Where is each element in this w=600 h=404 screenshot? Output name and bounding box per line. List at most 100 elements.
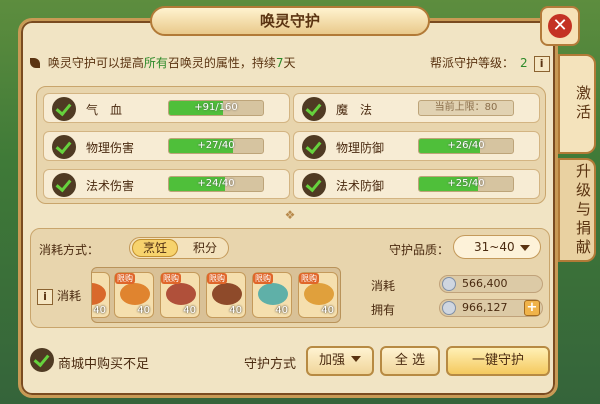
checkbox-phys-def[interactable]: [302, 135, 326, 159]
sect-level-value: 2: [520, 56, 528, 70]
quality-value: 31~40: [474, 240, 515, 254]
consume-label: 消耗: [57, 289, 82, 303]
stat-bar-text: +24/40: [197, 178, 235, 189]
food-count: 40: [275, 305, 288, 316]
stat-bar: +27/40: [168, 138, 264, 154]
food-count: 40: [183, 305, 196, 316]
stat-phys-atk: 物理伤害 +27/40: [43, 131, 290, 161]
food-dish-icon: [304, 283, 334, 305]
checkbox-buy-from-mall[interactable]: [30, 348, 54, 372]
method-option-points[interactable]: 积分: [182, 239, 228, 257]
buy-from-mall-label: 商城中购买不足: [58, 357, 150, 372]
food-item[interactable]: 限购 40: [252, 272, 292, 318]
stat-bar-text: +25/40: [447, 178, 485, 189]
food-count: 40: [229, 305, 242, 316]
guard-mode-label: 守护方式: [244, 357, 297, 372]
stats-grid: 气 血 +91/160 魔 法 当前上限：80 物理伤害 +27/40 物理防御…: [36, 86, 546, 204]
description-highlight: 所有: [143, 56, 168, 70]
chevron-down-icon: [520, 245, 530, 251]
stat-phys-def: 物理防御 +26/40: [293, 131, 540, 161]
stat-bar: 当前上限：80: [418, 100, 514, 116]
food-item[interactable]: 40: [92, 272, 110, 318]
description: 唤灵守护可以提高所有召唤灵的属性，持续7天: [30, 54, 296, 71]
food-item[interactable]: 限购 40: [206, 272, 246, 318]
consume-section: 消耗方式： 烹饪 积分 守护品质： 31~40 i 消耗 40 限购 40 限购 40…: [30, 228, 550, 328]
close-icon: ✕: [548, 14, 572, 38]
stat-bar-text: 当前上限：80: [434, 102, 498, 113]
leaf-icon: [30, 58, 40, 68]
stat-name: 法术防御: [336, 179, 385, 193]
description-middle: 召唤灵的属性，持续: [167, 56, 276, 70]
info-icon[interactable]: i: [37, 289, 53, 305]
food-dish-icon: [212, 283, 242, 305]
food-count: 40: [137, 305, 150, 316]
description-days: 7: [275, 56, 284, 70]
stat-bar-text: +91/160: [194, 102, 238, 113]
silver-coin-icon: [442, 301, 456, 315]
sect-level-label: 帮派守护等级：: [430, 56, 515, 70]
stat-name: 物理伤害: [86, 141, 135, 155]
section-divider-ornament: ❖: [284, 208, 296, 222]
guard-mode-value: 加强: [318, 353, 345, 368]
consume-method-label: 消耗方式：: [39, 243, 100, 257]
checkbox-magic-def[interactable]: [302, 173, 326, 197]
own-value: 966,127: [462, 301, 508, 314]
food-dish-icon: [120, 283, 150, 305]
stat-name: 法术伤害: [86, 179, 135, 193]
food-count: 40: [93, 305, 106, 316]
guard-mode-dropdown[interactable]: 加强: [306, 346, 374, 376]
food-item[interactable]: 限购 40: [114, 272, 154, 318]
stat-bar: +24/40: [168, 176, 264, 192]
cost-value: 566,400: [462, 277, 508, 290]
checkbox-mp[interactable]: [302, 97, 326, 121]
food-tag: 限购: [253, 273, 273, 284]
food-count: 40: [321, 305, 334, 316]
cost-value-box: 566,400: [439, 275, 543, 293]
stat-magic-def: 法术防御 +25/40: [293, 169, 540, 199]
info-icon[interactable]: i: [533, 56, 550, 72]
tab-upgrade-donate[interactable]: 升级与捐献: [558, 158, 596, 262]
select-all-button[interactable]: 全 选: [380, 346, 440, 376]
own-label: 拥有: [371, 303, 396, 317]
stat-bar: +91/160: [168, 100, 264, 116]
food-tag: 限购: [207, 273, 227, 284]
description-prefix: 唤灵守护可以提高: [47, 56, 144, 70]
stat-name: 魔 法: [336, 103, 373, 117]
food-item[interactable]: 限购 40: [160, 272, 200, 318]
stat-bar-text: +27/40: [197, 140, 235, 151]
consume-items-label: i 消耗: [37, 287, 81, 305]
tab-activate[interactable]: 激活: [558, 54, 596, 154]
quality-label: 守护品质：: [389, 243, 450, 257]
stat-bar-text: +26/40: [447, 140, 485, 151]
close-button[interactable]: ✕: [540, 6, 580, 46]
consume-method-toggle: 烹饪 积分: [129, 237, 229, 259]
sect-guard-level: 帮派守护等级： 2 i: [430, 54, 550, 72]
cost-label: 消耗: [371, 279, 396, 293]
food-dish-icon: [166, 283, 196, 305]
stat-bar: +26/40: [418, 138, 514, 154]
stat-name: 物理防御: [336, 141, 385, 155]
silver-coin-icon: [442, 277, 456, 291]
stat-magic-atk: 法术伤害 +24/40: [43, 169, 290, 199]
checkbox-hp[interactable]: [52, 97, 76, 121]
one-click-guard-button[interactable]: 一键守护: [446, 346, 550, 376]
window-title: 唤灵守护: [150, 6, 430, 36]
food-items-list: 40 限购 40 限购 40 限购 40 限购 40 限购 40: [91, 267, 341, 323]
method-option-cook[interactable]: 烹饪: [132, 239, 178, 257]
food-tag: 限购: [115, 273, 135, 284]
food-tag: 限购: [161, 273, 181, 284]
checkbox-phys-atk[interactable]: [52, 135, 76, 159]
food-dish-icon: [92, 283, 106, 305]
add-currency-button[interactable]: +: [524, 300, 540, 316]
quality-dropdown[interactable]: 31~40: [453, 235, 541, 259]
food-dish-icon: [258, 283, 288, 305]
stat-mp: 魔 法 当前上限：80: [293, 93, 540, 123]
food-item[interactable]: 限购 40: [298, 272, 338, 318]
stat-bar: +25/40: [418, 176, 514, 192]
chevron-down-icon: [351, 356, 361, 362]
food-tag: 限购: [299, 273, 319, 284]
stat-hp: 气 血 +91/160: [43, 93, 290, 123]
stat-name: 气 血: [86, 103, 123, 117]
checkbox-magic-atk[interactable]: [52, 173, 76, 197]
description-suffix: 天: [283, 56, 296, 70]
